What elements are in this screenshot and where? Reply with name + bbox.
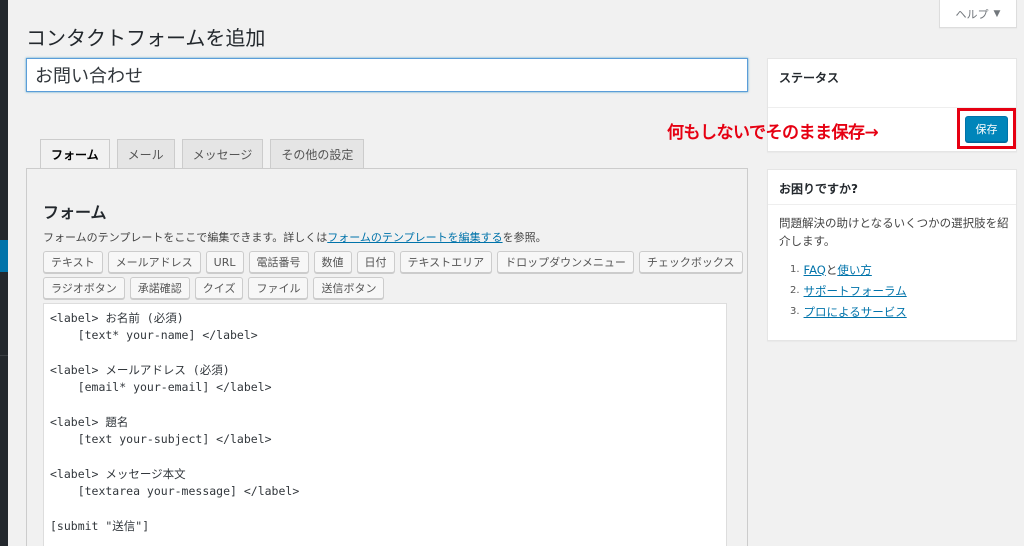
list-number: 1. xyxy=(790,264,800,275)
docs-link[interactable]: 使い方 xyxy=(837,262,872,278)
tag-button-date[interactable]: 日付 xyxy=(356,251,395,273)
help-box-description: 問題解決の助けとなるいくつかの選択肢を紹介します。 xyxy=(779,216,1009,248)
list-number: 3. xyxy=(790,306,800,317)
professional-services-link[interactable]: プロによるサービス xyxy=(804,304,907,320)
tag-button-text[interactable]: テキスト xyxy=(43,251,103,273)
tab-additional-settings[interactable]: その他の設定 xyxy=(270,139,365,168)
tag-generator-row-2: ラジオボタン 承諾確認 クイズ ファイル 送信ボタン xyxy=(43,277,385,299)
list-number: 2. xyxy=(790,285,800,296)
admin-menu-arrow xyxy=(8,248,16,264)
tab-mail[interactable]: メール xyxy=(116,139,175,168)
list-item: 1. FAQ と 使い方 xyxy=(790,259,907,280)
tab-messages[interactable]: メッセージ xyxy=(181,139,264,168)
code-line: [text your-subject] </label> xyxy=(50,432,272,447)
link-joiner: と xyxy=(825,262,838,277)
tag-button-quiz[interactable]: クイズ xyxy=(194,277,244,299)
description-text-after: を参照。 xyxy=(502,231,547,244)
help-tab-button[interactable]: ヘルプ ▼ xyxy=(939,0,1017,28)
tag-button-acceptance[interactable]: 承諾確認 xyxy=(129,277,190,299)
code-line: <label> メッセージ本文 xyxy=(50,466,186,481)
tag-button-number[interactable]: 数値 xyxy=(313,251,352,273)
editor-tabs: フォーム メール メッセージ その他の設定 xyxy=(40,139,365,169)
list-item: 2. サポートフォーラム xyxy=(790,280,907,301)
admin-menu-edge xyxy=(0,0,16,546)
help-box-title: お困りですか? xyxy=(779,182,858,196)
status-box-title: ステータス xyxy=(779,71,840,85)
tag-button-dropdown[interactable]: ドロップダウンメニュー xyxy=(497,251,634,273)
tag-button-email[interactable]: メールアドレス xyxy=(107,251,201,273)
caret-down-icon: ▼ xyxy=(993,8,1001,19)
tab-form[interactable]: フォーム xyxy=(40,139,110,169)
tag-button-url[interactable]: URL xyxy=(205,251,244,273)
code-line: <label> メールアドレス (必須) xyxy=(50,362,230,377)
list-item: 3. プロによるサービス xyxy=(790,301,907,322)
annotation-text: 何もしないでそのまま保存→ xyxy=(667,123,879,143)
save-button[interactable]: 保存 xyxy=(965,116,1008,142)
panel-heading: フォーム xyxy=(43,203,107,222)
tag-button-radio[interactable]: ラジオボタン xyxy=(43,277,125,299)
tag-button-file[interactable]: ファイル xyxy=(248,277,309,299)
faq-link[interactable]: FAQ xyxy=(804,263,826,277)
help-links-list: 1. FAQ と 使い方 2. サポートフォーラム 3. プロによるサービス xyxy=(790,259,907,322)
admin-menu-active-marker xyxy=(0,240,8,272)
panel-description: フォームのテンプレートをここで編集できます。詳しくはフォームのテンプレートを編集… xyxy=(43,229,547,245)
tag-button-tel[interactable]: 電話番号 xyxy=(248,251,309,273)
help-box: お困りですか? 問題解決の助けとなるいくつかの選択肢を紹介します。 1. FAQ… xyxy=(767,169,1017,341)
code-line: <label> 題名 xyxy=(50,414,129,429)
tag-button-checkbox[interactable]: チェックボックス xyxy=(638,251,743,273)
tag-button-textarea[interactable]: テキストエリア xyxy=(399,251,493,273)
edit-template-link[interactable]: フォームのテンプレートを編集する xyxy=(327,231,502,244)
description-text-before: フォームのテンプレートをここで編集できます。詳しくは xyxy=(43,231,328,244)
page-title: コンタクトフォームを追加 xyxy=(26,26,266,50)
code-line: [textarea your-message] </label> xyxy=(50,483,300,498)
support-forum-link[interactable]: サポートフォーラム xyxy=(804,283,907,299)
help-tab-label: ヘルプ xyxy=(955,7,989,21)
form-title-input[interactable] xyxy=(26,58,748,92)
code-line: [text* your-name] </label> xyxy=(50,328,258,343)
code-line: [submit "送信"] xyxy=(50,518,150,533)
tag-generator-row-1: テキスト メールアドレス URL 電話番号 数値 日付 テキストエリア ドロップ… xyxy=(43,251,743,273)
admin-menu-separator xyxy=(0,355,8,356)
tag-button-submit[interactable]: 送信ボタン xyxy=(313,277,385,299)
form-panel: フォーム フォームのテンプレートをここで編集できます。詳しくはフォームのテンプレ… xyxy=(26,168,748,546)
code-line: <label> お名前 (必須) xyxy=(50,311,184,325)
help-box-divider xyxy=(768,204,1016,205)
form-template-editor[interactable]: <label> お名前 (必須) [text* your-name] </lab… xyxy=(43,303,727,546)
code-line: [email* your-email] </label> xyxy=(50,380,272,395)
